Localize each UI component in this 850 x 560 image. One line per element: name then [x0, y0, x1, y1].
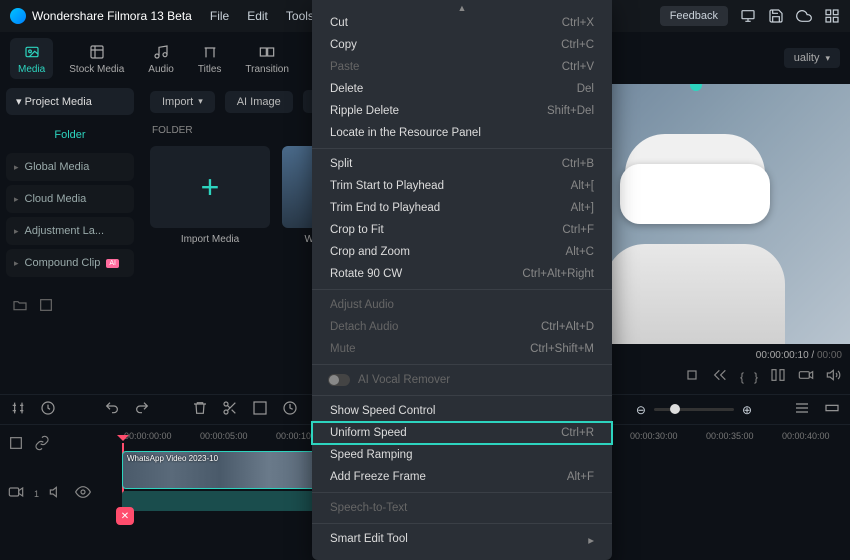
crop-icon[interactable]: [252, 400, 268, 419]
marker-icon[interactable]: [695, 84, 697, 96]
ctx-ripple-delete[interactable]: Ripple DeleteShift+Del: [312, 100, 612, 122]
plus-icon: +: [201, 169, 220, 206]
sidebar-item-global-media[interactable]: ▸Global Media: [6, 153, 134, 181]
sidebar-header[interactable]: ▾ Project Media: [6, 88, 134, 115]
ctx-paste: PasteCtrl+V: [312, 56, 612, 78]
feedback-button[interactable]: Feedback: [660, 6, 728, 26]
titles-icon: [200, 42, 220, 62]
import-media-tile[interactable]: + Import Media: [150, 146, 270, 245]
filmora-icon: [10, 8, 26, 24]
ctx-adjust-audio: Adjust Audio: [312, 294, 612, 316]
stock media-icon: [87, 42, 107, 62]
ctx-speed-ramping[interactable]: Speed Ramping: [312, 444, 612, 466]
tab-transition[interactable]: Transition: [237, 38, 297, 79]
chevron-right-icon: ▸: [14, 194, 19, 205]
menu-file[interactable]: File: [210, 9, 229, 23]
clock-icon[interactable]: [40, 400, 56, 419]
audio-icon: [151, 42, 171, 62]
camera-icon[interactable]: [798, 367, 814, 386]
ruler-tick: 00:00:35:00: [706, 431, 754, 441]
chevron-right-icon: ▸: [14, 226, 19, 237]
app-logo: Wondershare Filmora 13 Beta: [10, 8, 192, 24]
toggle-icon: [328, 374, 350, 386]
audio-clip[interactable]: [122, 491, 318, 511]
zoom-control[interactable]: ⊖ ⊕: [636, 403, 752, 417]
ctx-show-speed-control[interactable]: Show Speed Control: [312, 400, 612, 422]
ctx-crop-and-zoom[interactable]: Crop and ZoomAlt+C: [312, 241, 612, 263]
tab-stock-media[interactable]: Stock Media: [61, 38, 132, 79]
link-icon[interactable]: [34, 435, 50, 454]
ruler-tick: 00:00:40:00: [782, 431, 830, 441]
chevron-right-icon: ▸: [14, 258, 19, 269]
video-track-icon[interactable]: [8, 484, 24, 503]
ctx-delete[interactable]: DeleteDel: [312, 78, 612, 100]
mute-icon[interactable]: [49, 484, 65, 503]
cut-marker[interactable]: ✕: [116, 507, 134, 525]
sidebar-item-cloud-media[interactable]: ▸Cloud Media: [6, 185, 134, 213]
ctx-add-freeze-frame[interactable]: Add Freeze FrameAlt+F: [312, 466, 612, 488]
chevron-right-icon: ▸: [14, 162, 19, 173]
sidebar-item-adjustment-la-[interactable]: ▸Adjustment La...: [6, 217, 134, 245]
ruler-tick: 00:00:05:00: [200, 431, 248, 441]
sidebar: ▾ Project Media Folder ▸Global Media ▸Clo…: [0, 84, 140, 394]
ai-image-button[interactable]: AI Image: [225, 91, 293, 113]
arrange-icon[interactable]: [10, 400, 26, 419]
fit-icon[interactable]: [824, 400, 840, 419]
menu-tools[interactable]: Tools: [286, 9, 314, 23]
speed-icon[interactable]: [282, 400, 298, 419]
stop-icon[interactable]: [684, 367, 700, 386]
columns-icon[interactable]: [770, 367, 786, 386]
scissors-icon[interactable]: [222, 400, 238, 419]
folder-add-icon[interactable]: [12, 297, 28, 316]
ctx-trim-end-to-playhead[interactable]: Trim End to PlayheadAlt+]: [312, 197, 612, 219]
ctx-crop-to-fit[interactable]: Crop to FitCtrl+F: [312, 219, 612, 241]
media-icon: [22, 42, 42, 62]
save-icon[interactable]: [768, 8, 784, 24]
app-title: Wondershare Filmora 13 Beta: [32, 9, 192, 23]
back-icon[interactable]: [712, 367, 728, 386]
ctx-copy[interactable]: CopyCtrl+C: [312, 34, 612, 56]
sidebar-folder-tab[interactable]: Folder: [6, 121, 134, 149]
ctx-mute: MuteCtrl+Shift+M: [312, 338, 612, 360]
tab-media[interactable]: Media: [10, 38, 53, 79]
ctx-cut[interactable]: CutCtrl+X: [312, 12, 612, 34]
tab-audio[interactable]: Audio: [140, 38, 182, 79]
menu-edit[interactable]: Edit: [247, 9, 268, 23]
zoom-in-icon[interactable]: ⊕: [742, 403, 752, 417]
context-menu: ▲ CutCtrl+XCopyCtrl+CPasteCtrl+VDeleteDe…: [312, 0, 612, 560]
ctx-ai-vocal-remover[interactable]: AI Vocal Remover: [312, 369, 612, 391]
ctx-detach-audio: Detach AudioCtrl+Alt+D: [312, 316, 612, 338]
tab-titles[interactable]: Titles: [190, 38, 230, 79]
collapse-icon[interactable]: [8, 435, 24, 454]
expand-icon[interactable]: [38, 297, 54, 316]
ai-badge: AI: [106, 259, 119, 268]
grid-icon[interactable]: [824, 8, 840, 24]
ctx-speech-to-text: Speech-to-Text: [312, 497, 612, 519]
track-headers: 1: [0, 425, 110, 530]
ruler-tick: 00:00:30:00: [630, 431, 678, 441]
ctx-split[interactable]: SplitCtrl+B: [312, 153, 612, 175]
transition-icon: [257, 42, 277, 62]
visibility-icon[interactable]: [75, 484, 91, 503]
ctx-locate-in-the-resource-panel[interactable]: Locate in the Resource Panel: [312, 122, 612, 144]
delete-icon[interactable]: [192, 400, 208, 419]
ctx-trim-start-to-playhead[interactable]: Trim Start to PlayheadAlt+[: [312, 175, 612, 197]
quality-selector[interactable]: uality▾: [784, 48, 840, 68]
undo-icon[interactable]: [104, 400, 120, 419]
import-button[interactable]: Import▾: [150, 91, 215, 113]
video-clip[interactable]: WhatsApp Video 2023-10: [122, 451, 318, 489]
cloud-icon[interactable]: [796, 8, 812, 24]
redo-icon[interactable]: [134, 400, 150, 419]
monitor-icon[interactable]: [740, 8, 756, 24]
ctx-uniform-speed[interactable]: Uniform SpeedCtrl+R: [312, 422, 612, 444]
list-view-icon[interactable]: [794, 400, 810, 419]
brackets-icon[interactable]: { }: [740, 370, 758, 384]
ruler-tick: 00:00:00:00: [124, 431, 172, 441]
volume-icon[interactable]: [826, 367, 842, 386]
ctx-rotate-cw[interactable]: Rotate 90 CWCtrl+Alt+Right: [312, 263, 612, 285]
zoom-slider[interactable]: [654, 408, 734, 411]
scroll-up-icon[interactable]: ▲: [312, 4, 612, 12]
sidebar-item-compound-clip[interactable]: ▸Compound ClipAI: [6, 249, 134, 277]
zoom-out-icon[interactable]: ⊖: [636, 403, 646, 417]
